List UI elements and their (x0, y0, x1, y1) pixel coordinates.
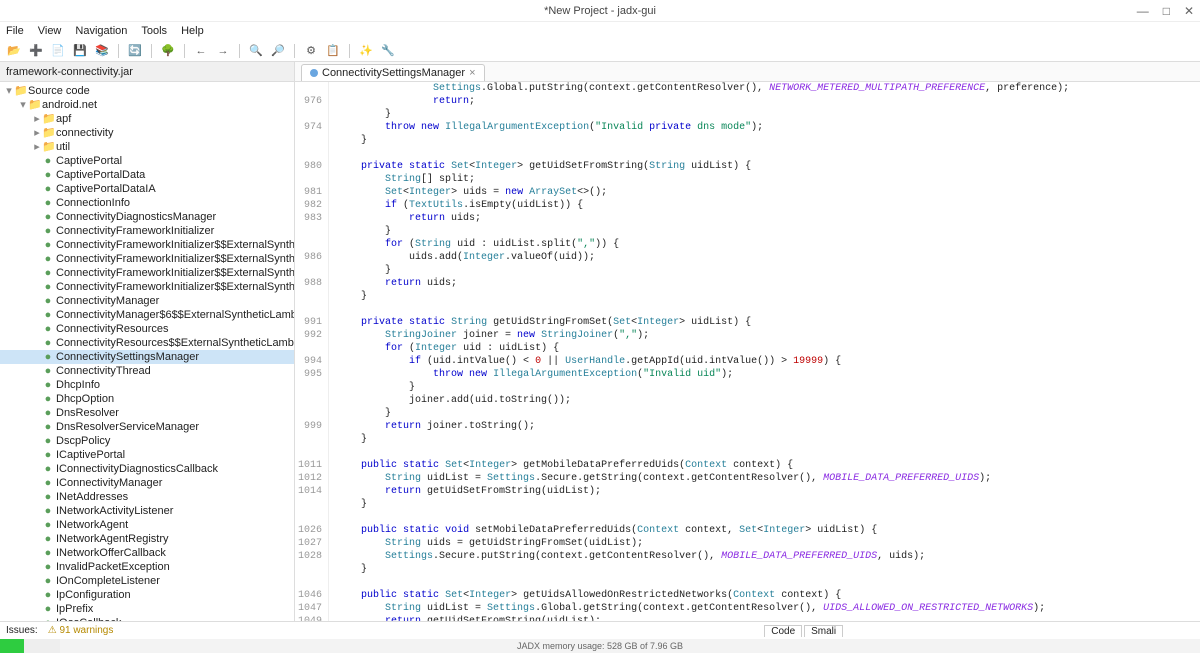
sep (349, 44, 350, 58)
tree-node[interactable]: ●DnsResolverServiceManager (0, 420, 294, 434)
tree-node[interactable]: ▸📁apf (0, 112, 294, 126)
tree-node[interactable]: ●INetworkActivityListener (0, 504, 294, 518)
issues-label[interactable]: Issues: (6, 625, 38, 636)
menu-file[interactable]: File (6, 25, 24, 37)
window-title: *New Project - jadx-gui (544, 5, 656, 17)
tree-node[interactable]: ●ConnectivityFrameworkInitializer$$Exter… (0, 266, 294, 280)
tree-node[interactable]: ●CaptivePortal (0, 154, 294, 168)
save-icon[interactable]: 💾 (72, 43, 88, 59)
tree-node[interactable]: ●ConnectionInfo (0, 196, 294, 210)
tree-node[interactable]: ●CaptivePortalData (0, 168, 294, 182)
code-smali-tabs: Code Smali (764, 625, 843, 637)
tree-icon[interactable]: 🌳 (160, 43, 176, 59)
tree-node[interactable]: ●INetworkAgent (0, 518, 294, 532)
tree-node[interactable]: ▸📁connectivity (0, 126, 294, 140)
tab-smali[interactable]: Smali (804, 625, 843, 637)
menu-view[interactable]: View (38, 25, 62, 37)
tree-node[interactable]: ●INetworkAgentRegistry (0, 532, 294, 546)
tree-node[interactable]: ●INetworkOfferCallback (0, 546, 294, 560)
tree-node[interactable]: ●IConnectivityManager (0, 476, 294, 490)
settings-icon[interactable]: 🔧 (380, 43, 396, 59)
menu-help[interactable]: Help (181, 25, 204, 37)
warnings-count[interactable]: ⚠ 91 warnings (48, 625, 114, 636)
tree-node[interactable]: ●ConnectivityFrameworkInitializer$$Exter… (0, 238, 294, 252)
tree-node[interactable]: ●DnsResolver (0, 406, 294, 420)
sep (151, 44, 152, 58)
tree-node[interactable]: ●ConnectivityManager (0, 294, 294, 308)
sep (118, 44, 119, 58)
search-icon[interactable]: 🔍 (248, 43, 264, 59)
close-icon[interactable]: ✕ (1184, 4, 1194, 18)
tree-node[interactable]: ▾📁Source code (0, 84, 294, 98)
tree-node[interactable]: ●ConnectivityManager$6$$ExternalSyntheti… (0, 308, 294, 322)
memory-status: JADX memory usage: 528 GB of 7.96 GB (517, 641, 683, 651)
tree-node[interactable]: ●ConnectivityThread (0, 364, 294, 378)
code-area[interactable]: 9769749809819829839869889919929949959991… (295, 82, 1200, 621)
tree-node[interactable]: ▾📁android.net (0, 98, 294, 112)
tree-node[interactable]: ●ICaptivePortal (0, 448, 294, 462)
gutter: 9769749809819829839869889919929949959991… (295, 82, 329, 621)
open-icon[interactable]: 📂 (6, 43, 22, 59)
close-tab-icon[interactable]: × (469, 67, 475, 79)
saveall-icon[interactable]: 📚 (94, 43, 110, 59)
editor-tab[interactable]: ConnectivitySettingsManager × (301, 64, 485, 81)
root-tab[interactable]: framework-connectivity.jar (0, 62, 294, 82)
tree-node[interactable]: ●CaptivePortalDataIA (0, 182, 294, 196)
tree-node[interactable]: ●DscpPolicy (0, 434, 294, 448)
class-icon (310, 69, 318, 77)
tree-node[interactable]: ●IConnectivityDiagnosticsCallback (0, 462, 294, 476)
tree-node[interactable]: ▸📁util (0, 140, 294, 154)
sidebar: framework-connectivity.jar ▾📁Source code… (0, 62, 295, 621)
toolbar: 📂 ➕ 📄 💾 📚 🔄 🌳 ← → 🔍 🔎 ⚙ 📋 ✨ 🔧 (0, 40, 1200, 62)
sep (184, 44, 185, 58)
file-tree[interactable]: ▾📁Source code▾📁android.net▸📁apf▸📁connect… (0, 82, 294, 621)
tree-node[interactable]: ●ConnectivityResources$$ExternalSyntheti… (0, 336, 294, 350)
tab-code[interactable]: Code (764, 625, 802, 637)
back-icon[interactable]: ← (193, 43, 209, 59)
deobf-icon[interactable]: ⚙ (303, 43, 319, 59)
minimize-icon[interactable]: — (1137, 4, 1149, 18)
sep (239, 44, 240, 58)
menu-tools[interactable]: Tools (141, 25, 167, 37)
tree-node[interactable]: ●INetAddresses (0, 490, 294, 504)
tree-node[interactable]: ●DhcpOption (0, 392, 294, 406)
editor: ConnectivitySettingsManager × 9769749809… (295, 62, 1200, 621)
sync-icon[interactable]: 🔄 (127, 43, 143, 59)
tab-title: ConnectivitySettingsManager (322, 67, 465, 79)
code-content: Settings.Global.putString(context.getCon… (329, 82, 1200, 621)
tree-node-selected[interactable]: ●ConnectivitySettingsManager (0, 350, 294, 364)
tree-node[interactable]: ●ConnectivityFrameworkInitializer$$Exter… (0, 252, 294, 266)
tree-node[interactable]: ●ConnectivityFrameworkInitializer (0, 224, 294, 238)
tree-node[interactable]: ●ConnectivityResources (0, 322, 294, 336)
add-icon[interactable]: ➕ (28, 43, 44, 59)
tree-node[interactable]: ●DhcpInfo (0, 378, 294, 392)
sep (294, 44, 295, 58)
tree-node[interactable]: ●InvalidPacketException (0, 560, 294, 574)
editor-tabs: ConnectivitySettingsManager × (295, 62, 1200, 82)
bottom-bar: Issues: ⚠ 91 warnings Code Smali (0, 621, 1200, 639)
menubar: File View Navigation Tools Help (0, 22, 1200, 40)
tree-node[interactable]: ●IOnCompleteListener (0, 574, 294, 588)
log-icon[interactable]: 📋 (325, 43, 341, 59)
tree-node[interactable]: ●IpConfiguration (0, 588, 294, 602)
findclass-icon[interactable]: 🔎 (270, 43, 286, 59)
titlebar: *New Project - jadx-gui — □ ✕ (0, 0, 1200, 22)
wand-icon[interactable]: ✨ (358, 43, 374, 59)
workarea: framework-connectivity.jar ▾📁Source code… (0, 62, 1200, 621)
tree-node[interactable]: ●ConnectivityDiagnosticsManager (0, 210, 294, 224)
statusbar: JADX memory usage: 528 GB of 7.96 GB (0, 639, 1200, 653)
progress-bar (0, 639, 60, 653)
maximize-icon[interactable]: □ (1163, 4, 1170, 18)
tree-node[interactable]: ●IpPrefix (0, 602, 294, 616)
new-icon[interactable]: 📄 (50, 43, 66, 59)
forward-icon[interactable]: → (215, 43, 231, 59)
menu-navigation[interactable]: Navigation (75, 25, 127, 37)
tree-node[interactable]: ●ConnectivityFrameworkInitializer$$Exter… (0, 280, 294, 294)
